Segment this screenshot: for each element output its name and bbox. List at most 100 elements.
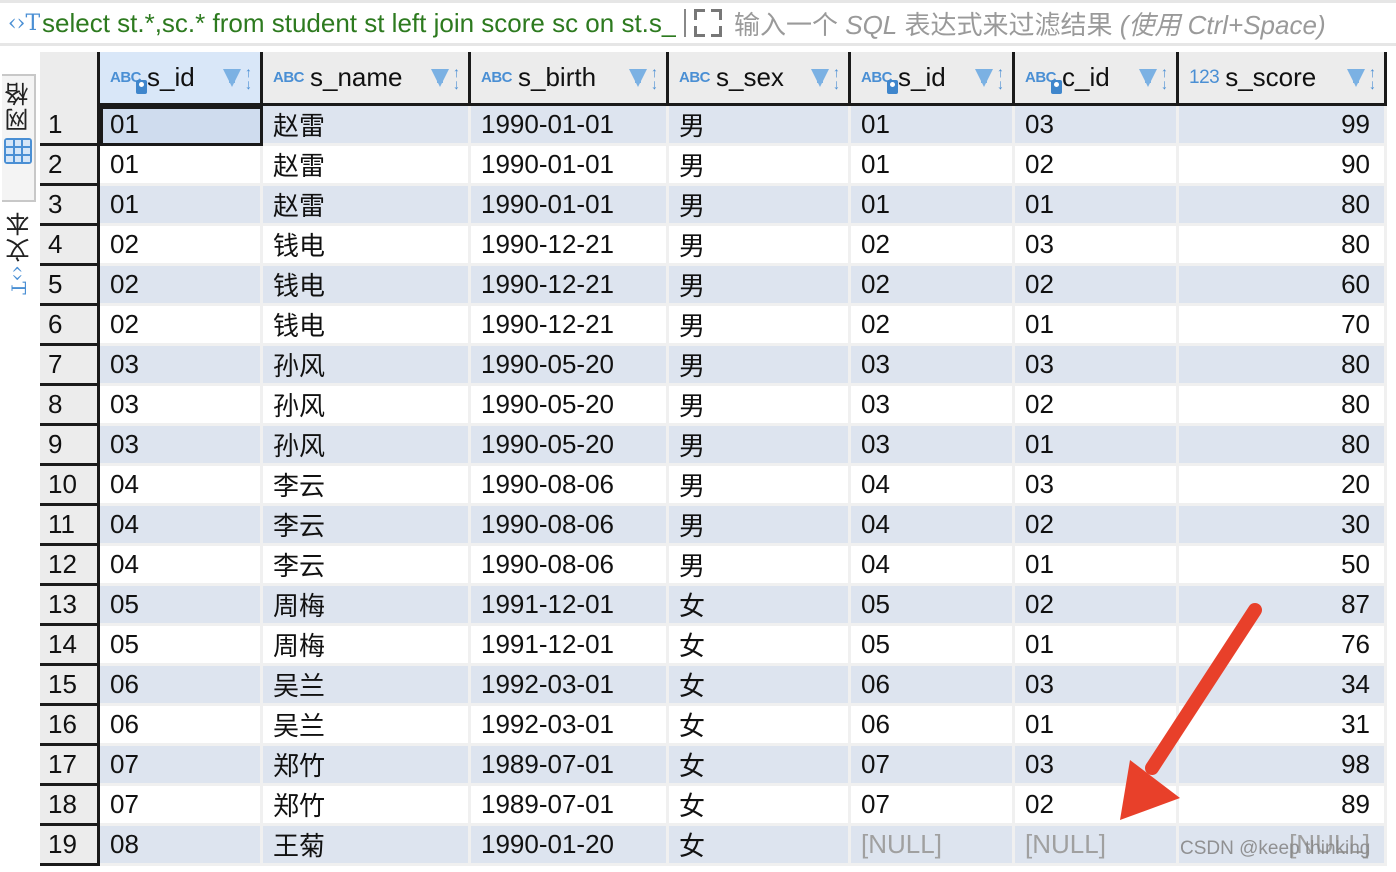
row-number[interactable]: 2: [40, 146, 100, 186]
cell-s_id[interactable]: 02: [100, 266, 263, 306]
sort-icon[interactable]: ↑ ↓: [1369, 65, 1376, 91]
cell-s_id[interactable]: 04: [851, 466, 1015, 506]
table-row[interactable]: 10 04 李云 1990-08-06 男 04 03 20: [40, 466, 1387, 506]
cell-s_birth[interactable]: 1990-12-21: [471, 226, 669, 266]
cell-s_birth[interactable]: 1991-12-01: [471, 586, 669, 626]
cell-s_name[interactable]: 李云: [263, 546, 471, 586]
table-row[interactable]: 15 06 吴兰 1992-03-01 女 06 03 34: [40, 666, 1387, 706]
cell-s_id[interactable]: 03: [851, 346, 1015, 386]
cell-s_sex[interactable]: 男: [669, 266, 851, 306]
cell-s_id[interactable]: 05: [100, 626, 263, 666]
table-row[interactable]: 14 05 周梅 1991-12-01 女 05 01 76: [40, 626, 1387, 666]
filter-icon[interactable]: [223, 68, 241, 87]
column-header-s_birth[interactable]: ABC s_birth ↑ ↓: [471, 52, 669, 106]
table-row[interactable]: 16 06 吴兰 1992-03-01 女 06 01 31: [40, 706, 1387, 746]
cell-c_id[interactable]: 01: [1015, 706, 1179, 746]
cell-s_id[interactable]: 06: [851, 666, 1015, 706]
cell-s_sex[interactable]: 女: [669, 666, 851, 706]
cell-s_birth[interactable]: 1990-08-06: [471, 506, 669, 546]
cell-s_name[interactable]: 孙风: [263, 346, 471, 386]
cell-s_score[interactable]: 80: [1179, 226, 1387, 266]
cell-s_birth[interactable]: 1991-12-01: [471, 626, 669, 666]
cell-s_sex[interactable]: 男: [669, 426, 851, 466]
cell-s_birth[interactable]: 1990-01-01: [471, 106, 669, 146]
sort-icon[interactable]: ↑ ↓: [1161, 65, 1168, 91]
cell-s_birth[interactable]: 1990-08-06: [471, 546, 669, 586]
cell-s_score[interactable]: 30: [1179, 506, 1387, 546]
cell-s_score[interactable]: 34: [1179, 666, 1387, 706]
table-row[interactable]: 7 03 孙风 1990-05-20 男 03 03 80: [40, 346, 1387, 386]
cell-s_id[interactable]: 03: [100, 346, 263, 386]
filter-icon[interactable]: [975, 68, 993, 87]
cell-s_id[interactable]: 06: [100, 666, 263, 706]
cell-s_id[interactable]: 02: [100, 226, 263, 266]
cell-s_name[interactable]: 孙风: [263, 426, 471, 466]
row-number[interactable]: 9: [40, 426, 100, 466]
cell-s_sex[interactable]: 女: [669, 786, 851, 826]
cell-s_birth[interactable]: 1990-08-06: [471, 466, 669, 506]
cell-s_sex[interactable]: 女: [669, 826, 851, 866]
table-row[interactable]: 6 02 钱电 1990-12-21 男 02 01 70: [40, 306, 1387, 346]
table-row[interactable]: 12 04 李云 1990-08-06 男 04 01 50: [40, 546, 1387, 586]
cell-s_sex[interactable]: 男: [669, 466, 851, 506]
column-header-s_id[interactable]: ABC s_id ↑ ↓: [100, 52, 263, 106]
column-header-s_id[interactable]: ABC s_id ↑ ↓: [851, 52, 1015, 106]
row-number[interactable]: 14: [40, 626, 100, 666]
filter-icon[interactable]: [811, 68, 829, 87]
cell-s_sex[interactable]: 女: [669, 706, 851, 746]
cell-s_score[interactable]: 87: [1179, 586, 1387, 626]
cell-s_score[interactable]: 90: [1179, 146, 1387, 186]
expand-icon[interactable]: [692, 7, 724, 39]
cell-s_score[interactable]: 98: [1179, 746, 1387, 786]
cell-s_id[interactable]: 03: [100, 426, 263, 466]
row-number[interactable]: 16: [40, 706, 100, 746]
table-row[interactable]: 1 01 赵雷 1990-01-01 男 01 03 99: [40, 106, 1387, 146]
cell-s_name[interactable]: 郑竹: [263, 786, 471, 826]
cell-s_sex[interactable]: 男: [669, 146, 851, 186]
tab-grid[interactable]: 网格: [2, 74, 36, 202]
cell-s_sex[interactable]: 男: [669, 506, 851, 546]
row-number[interactable]: 1: [40, 106, 100, 146]
cell-c_id[interactable]: 02: [1015, 786, 1179, 826]
row-number[interactable]: 15: [40, 666, 100, 706]
cell-s_score[interactable]: 99: [1179, 106, 1387, 146]
sql-text-icon[interactable]: ‹›T: [6, 11, 42, 36]
cell-s_id[interactable]: 03: [100, 386, 263, 426]
column-header-s_sex[interactable]: ABC s_sex ↑ ↓: [669, 52, 851, 106]
row-number[interactable]: 3: [40, 186, 100, 226]
cell-s_id[interactable]: 08: [100, 826, 263, 866]
cell-c_id[interactable]: 03: [1015, 666, 1179, 706]
row-number[interactable]: 10: [40, 466, 100, 506]
table-row[interactable]: 2 01 赵雷 1990-01-01 男 01 02 90: [40, 146, 1387, 186]
column-header-c_id[interactable]: ABC c_id ↑ ↓: [1015, 52, 1179, 106]
cell-c_id[interactable]: 03: [1015, 746, 1179, 786]
row-number[interactable]: 6: [40, 306, 100, 346]
cell-s_id[interactable]: 04: [851, 506, 1015, 546]
cell-s_id[interactable]: 01: [851, 106, 1015, 146]
cell-s_sex[interactable]: 女: [669, 746, 851, 786]
cell-s_birth[interactable]: 1992-03-01: [471, 666, 669, 706]
column-header-s_name[interactable]: ABC s_name ↑ ↓: [263, 52, 471, 106]
cell-s_sex[interactable]: 男: [669, 306, 851, 346]
cell-s_birth[interactable]: 1992-03-01: [471, 706, 669, 746]
cell-s_birth[interactable]: 1989-07-01: [471, 746, 669, 786]
cell-s_sex[interactable]: 女: [669, 586, 851, 626]
cell-s_id[interactable]: 04: [851, 546, 1015, 586]
cell-s_id[interactable]: 03: [851, 426, 1015, 466]
cell-s_id[interactable]: 04: [100, 466, 263, 506]
cell-s_sex[interactable]: 男: [669, 386, 851, 426]
cell-s_id[interactable]: 05: [851, 586, 1015, 626]
cell-s_id[interactable]: 02: [851, 306, 1015, 346]
cell-s_id[interactable]: 02: [851, 266, 1015, 306]
cell-s_id[interactable]: 06: [851, 706, 1015, 746]
cell-s_id[interactable]: 07: [851, 746, 1015, 786]
cell-c_id[interactable]: 03: [1015, 106, 1179, 146]
cell-s_score[interactable]: 80: [1179, 346, 1387, 386]
cell-s_score[interactable]: 80: [1179, 186, 1387, 226]
cell-c_id[interactable]: 02: [1015, 146, 1179, 186]
cell-s_name[interactable]: 钱电: [263, 226, 471, 266]
cell-s_name[interactable]: 钱电: [263, 306, 471, 346]
row-number[interactable]: 13: [40, 586, 100, 626]
row-number[interactable]: 19: [40, 826, 100, 866]
cell-s_score[interactable]: 89: [1179, 786, 1387, 826]
